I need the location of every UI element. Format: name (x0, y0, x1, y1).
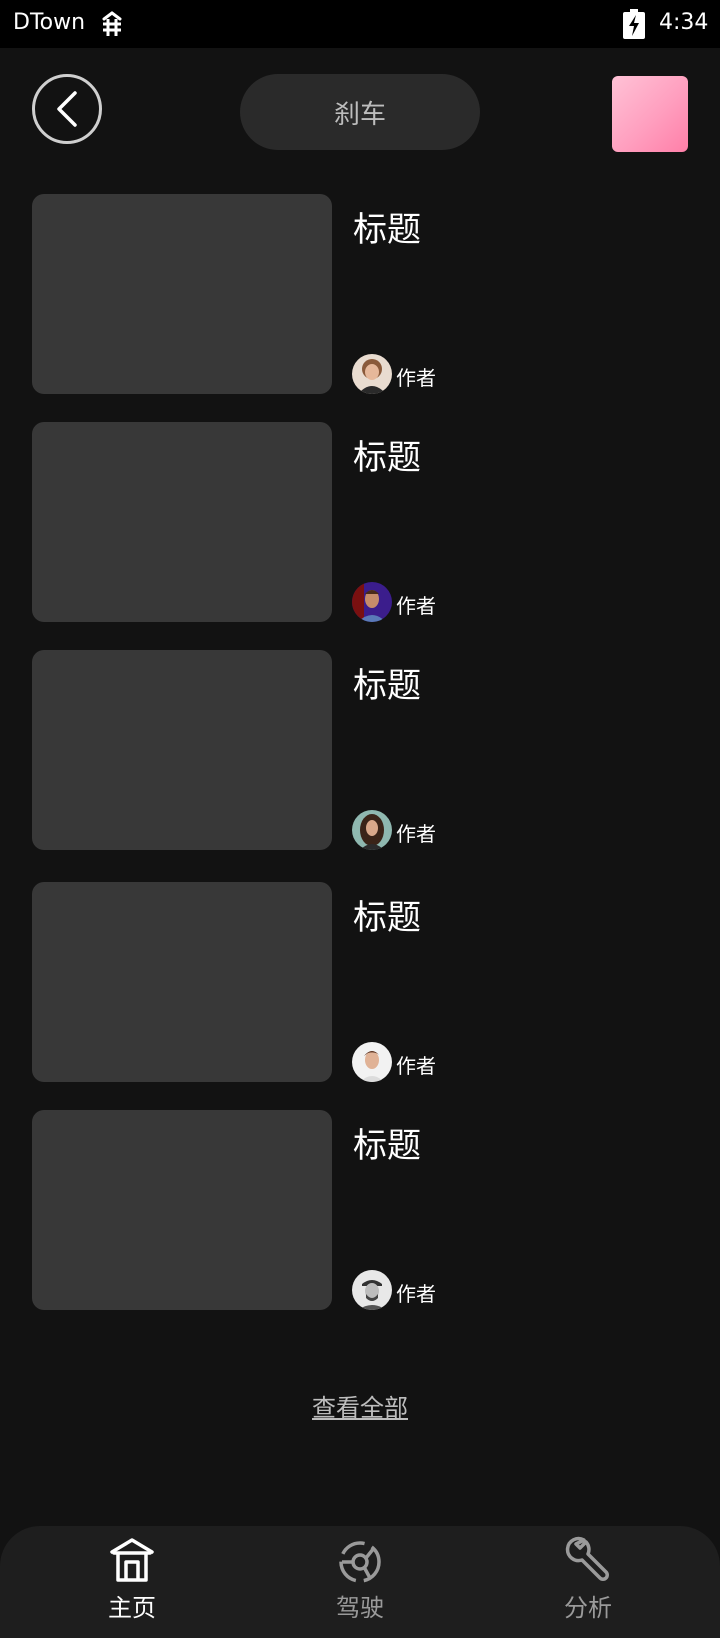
nav-label: 驾驶 (336, 1594, 384, 1622)
page-title: 刹车 (240, 74, 480, 150)
card-title: 标题 (353, 898, 421, 938)
card-thumbnail[interactable] (32, 650, 332, 850)
home-icon (110, 1538, 154, 1582)
card-thumbnail[interactable] (32, 882, 332, 1082)
view-all-link[interactable]: 查看全部 (0, 1388, 720, 1423)
nav-item-drive[interactable]: 驾驶 (300, 1526, 420, 1638)
card-author: 作者 (396, 1282, 436, 1306)
nav-item-home[interactable]: 主页 (72, 1526, 192, 1638)
author-avatar (352, 354, 392, 394)
card-author: 作者 (396, 594, 436, 618)
list-item[interactable]: 标题 作者 (32, 882, 692, 1082)
list-item[interactable]: 标题 作者 (32, 1110, 692, 1310)
profile-avatar[interactable] (612, 76, 688, 152)
card-title: 标题 (353, 1126, 421, 1166)
status-app-name: DTown (13, 10, 86, 35)
nav-item-analysis[interactable]: 分析 (528, 1526, 648, 1638)
card-thumbnail[interactable] (32, 422, 332, 622)
chevron-left-icon (57, 91, 77, 127)
network-icon (102, 11, 122, 36)
card-title: 标题 (353, 666, 421, 706)
author-avatar (352, 1042, 392, 1082)
nav-label: 主页 (108, 1594, 156, 1622)
back-button[interactable] (32, 74, 102, 144)
card-title: 标题 (353, 438, 421, 478)
list-item[interactable]: 标题 作者 (32, 650, 692, 850)
steering-wheel-icon (339, 1541, 381, 1583)
card-author: 作者 (396, 822, 436, 846)
card-author: 作者 (396, 1054, 436, 1078)
wrench-icon (565, 1536, 609, 1581)
status-bar: DTown 4:34 (0, 0, 720, 48)
status-time: 4:34 (659, 10, 709, 35)
author-avatar (352, 582, 392, 622)
nav-label: 分析 (564, 1594, 612, 1622)
card-thumbnail[interactable] (32, 194, 332, 394)
author-avatar (352, 810, 392, 850)
list-item[interactable]: 标题 作者 (32, 194, 692, 394)
card-author: 作者 (396, 366, 436, 390)
card-title: 标题 (353, 210, 421, 250)
card-thumbnail[interactable] (32, 1110, 332, 1310)
list-item[interactable]: 标题 作者 (32, 422, 692, 622)
author-avatar (352, 1270, 392, 1310)
bottom-nav: 主页 驾驶 分析 (0, 1526, 720, 1638)
battery-charging-icon (623, 9, 645, 39)
